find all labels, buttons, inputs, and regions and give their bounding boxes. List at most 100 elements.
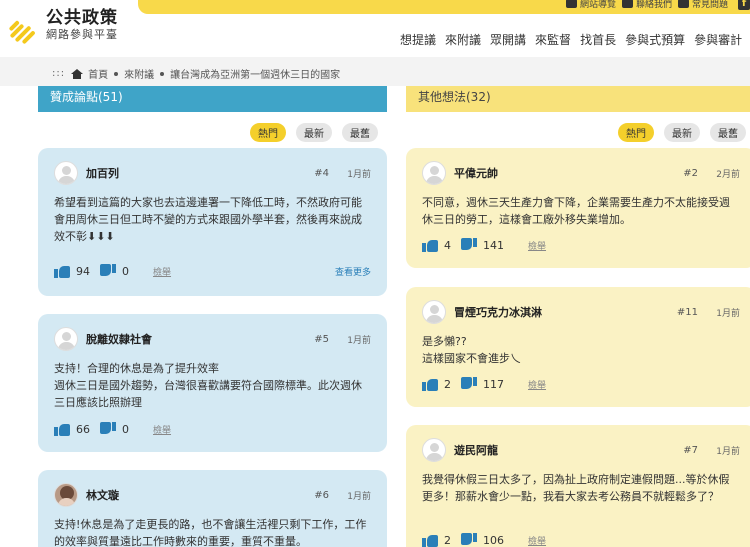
nav-audit[interactable]: 參與審計 bbox=[694, 31, 742, 48]
support-column-header: 贊成論點(51) bbox=[38, 86, 387, 112]
thumbs-up-icon[interactable] bbox=[54, 422, 70, 436]
nav-propose[interactable]: 想提議 bbox=[400, 31, 436, 48]
nav-supervise[interactable]: 來監督 bbox=[535, 31, 571, 48]
other-column-header: 其他想法(32) bbox=[406, 86, 750, 112]
sort-oldest-button[interactable]: 最舊 bbox=[342, 123, 378, 142]
site-logo[interactable]: 公共政策 網路參與平臺 bbox=[8, 8, 118, 45]
comment-number: #5 bbox=[314, 333, 329, 345]
comment-time: 2月前 bbox=[716, 169, 740, 180]
logo-mark-icon bbox=[8, 8, 40, 45]
separator-dot bbox=[160, 71, 165, 76]
breadcrumb-current: 讓台灣成為亞洲第一個週休三日的國家 bbox=[170, 70, 341, 81]
comment-time: 1月前 bbox=[716, 446, 740, 457]
comment-body: 支持！合理的休息是為了提升效率 週休三日是國外趨勢，台灣很喜歡講要符合國際標準。… bbox=[54, 362, 362, 409]
comment-body: 支持!休息是為了走更長的路，也不會讓生活裡只剩下工作，工作的效率與質量遠比工作時… bbox=[54, 518, 367, 547]
nav-endorse[interactable]: 來附議 bbox=[445, 31, 481, 48]
sitemap-label: 網站導覽 bbox=[579, 0, 616, 10]
thumbs-up-icon[interactable] bbox=[422, 377, 438, 391]
thumbs-up-icon[interactable] bbox=[422, 533, 438, 547]
main-nav: 想提議 來附議 眾開講 來監督 找首長 參與式預算 參與審計 點子 bbox=[400, 31, 750, 48]
avatar bbox=[54, 161, 78, 185]
thumbs-up-icon[interactable] bbox=[54, 264, 70, 278]
comment-author[interactable]: 平偉元帥 bbox=[454, 165, 658, 181]
avatar bbox=[54, 327, 78, 351]
avatar bbox=[54, 483, 78, 507]
comment-number: #11 bbox=[676, 306, 698, 318]
utility-links: 網站導覽 聯絡我們 常見問題 f bbox=[565, 0, 750, 10]
comment-card: 林文璇 #6 1月前 支持!休息是為了走更長的路，也不會讓生活裡只剩下工作，工作… bbox=[38, 470, 387, 547]
sitemap-link[interactable]: 網站導覽 bbox=[565, 0, 616, 10]
comment-author[interactable]: 林文璇 bbox=[86, 487, 289, 503]
upvote-count: 66 bbox=[76, 422, 90, 436]
thumbs-down-icon[interactable] bbox=[100, 264, 116, 278]
thumbs-down-icon[interactable] bbox=[100, 422, 116, 436]
comment-body: 是多懶?? 這樣國家不會進步乀 bbox=[422, 335, 521, 365]
thumbs-up-icon[interactable] bbox=[422, 238, 438, 252]
thumbs-down-icon[interactable] bbox=[461, 377, 477, 391]
logo-subtitle: 網路參與平臺 bbox=[46, 28, 118, 41]
downvote-count: 0 bbox=[122, 422, 129, 436]
thumbs-down-icon[interactable] bbox=[461, 238, 477, 252]
avatar bbox=[422, 438, 446, 462]
facebook-icon[interactable]: f bbox=[738, 0, 750, 10]
sort-hot-button[interactable]: 熱門 bbox=[250, 123, 286, 142]
report-link[interactable]: 檢舉 bbox=[153, 423, 171, 436]
nav-budget[interactable]: 參與式預算 bbox=[625, 31, 685, 48]
home-icon bbox=[71, 68, 84, 79]
comment-time: 1月前 bbox=[716, 308, 740, 319]
comment-author[interactable]: 加百列 bbox=[86, 165, 289, 181]
sort-oldest-button[interactable]: 最舊 bbox=[710, 123, 746, 142]
comment-author[interactable]: 遊民阿龍 bbox=[454, 442, 658, 458]
question-icon bbox=[677, 0, 689, 8]
report-link[interactable]: 檢舉 bbox=[153, 265, 171, 278]
contact-link[interactable]: 聯絡我們 bbox=[621, 0, 672, 10]
breadcrumb-home[interactable]: 首頁 bbox=[88, 66, 108, 81]
accesskey-dots[interactable]: ::: bbox=[52, 68, 65, 79]
comment-card: 遊民阿龍 #7 1月前 我覺得休假三日太多了，因為扯上政府制定連假問題...等於… bbox=[406, 425, 750, 547]
downvote-count: 0 bbox=[122, 264, 129, 278]
comment-number: #2 bbox=[683, 167, 698, 179]
comment-card: 脫離奴隸社會 #5 1月前 支持！合理的休息是為了提升效率 週休三日是國外趨勢，… bbox=[38, 314, 387, 452]
faq-link[interactable]: 常見問題 bbox=[677, 0, 728, 10]
comment-author[interactable]: 冒煙巧克力冰淇淋 bbox=[454, 304, 658, 320]
comment-number: #7 bbox=[683, 444, 698, 456]
comment-body: 不同意，週休三天生產力會下降，企業需要生產力不太能接受週休三日的勞工，這樣會工廠… bbox=[422, 196, 730, 226]
sort-hot-button[interactable]: 熱門 bbox=[618, 123, 654, 142]
comment-time: 1月前 bbox=[347, 335, 371, 346]
mail-icon bbox=[621, 0, 633, 8]
faq-label: 常見問題 bbox=[691, 0, 728, 10]
nav-discuss[interactable]: 眾開講 bbox=[490, 31, 526, 48]
other-sort-tabs: 熱門 最新 最舊 bbox=[618, 123, 746, 142]
breadcrumb: ::: 首頁 來附議 讓台灣成為亞洲第一個週休三日的國家 bbox=[52, 66, 340, 81]
comment-number: #4 bbox=[314, 167, 329, 179]
sitemap-icon bbox=[565, 0, 577, 8]
upvote-count: 2 bbox=[444, 533, 451, 547]
thumbs-down-icon[interactable] bbox=[461, 533, 477, 547]
avatar bbox=[422, 300, 446, 324]
sort-newest-button[interactable]: 最新 bbox=[664, 123, 700, 142]
upvote-count: 2 bbox=[444, 377, 451, 391]
upvote-count: 4 bbox=[444, 238, 451, 252]
support-sort-tabs: 熱門 最新 最舊 bbox=[250, 123, 378, 142]
logo-title: 公共政策 bbox=[46, 8, 118, 28]
separator-dot bbox=[114, 71, 119, 76]
comment-body: 我覺得休假三日太多了，因為扯上政府制定連假問題...等於休假更多！那薪水會少一點… bbox=[422, 473, 730, 503]
nav-officials[interactable]: 找首長 bbox=[580, 31, 616, 48]
see-more-link[interactable]: 查看更多 bbox=[335, 265, 371, 278]
comment-card: 平偉元帥 #2 2月前 不同意，週休三天生產力會下降，企業需要生產力不太能接受週… bbox=[406, 148, 750, 268]
avatar bbox=[422, 161, 446, 185]
report-link[interactable]: 檢舉 bbox=[528, 378, 546, 391]
breadcrumb-section[interactable]: 來附議 bbox=[124, 66, 154, 81]
contact-label: 聯絡我們 bbox=[635, 0, 672, 10]
downvote-count: 106 bbox=[483, 533, 504, 547]
report-link[interactable]: 檢舉 bbox=[528, 239, 546, 252]
downvote-count: 141 bbox=[483, 238, 504, 252]
comment-time: 1月前 bbox=[347, 169, 371, 180]
breadcrumb-bar: ::: 首頁 來附議 讓台灣成為亞洲第一個週休三日的國家 bbox=[0, 57, 750, 86]
comment-card: 冒煙巧克力冰淇淋 #11 1月前 是多懶?? 這樣國家不會進步乀 2 117 檢… bbox=[406, 287, 750, 407]
sort-newest-button[interactable]: 最新 bbox=[296, 123, 332, 142]
upvote-count: 94 bbox=[76, 264, 90, 278]
comment-card: 加百列 #4 1月前 希望看到這篇的大家也去這邊連署一下降低工時，不然政府可能會… bbox=[38, 148, 387, 296]
comment-author[interactable]: 脫離奴隸社會 bbox=[86, 331, 289, 347]
report-link[interactable]: 檢舉 bbox=[528, 534, 546, 547]
